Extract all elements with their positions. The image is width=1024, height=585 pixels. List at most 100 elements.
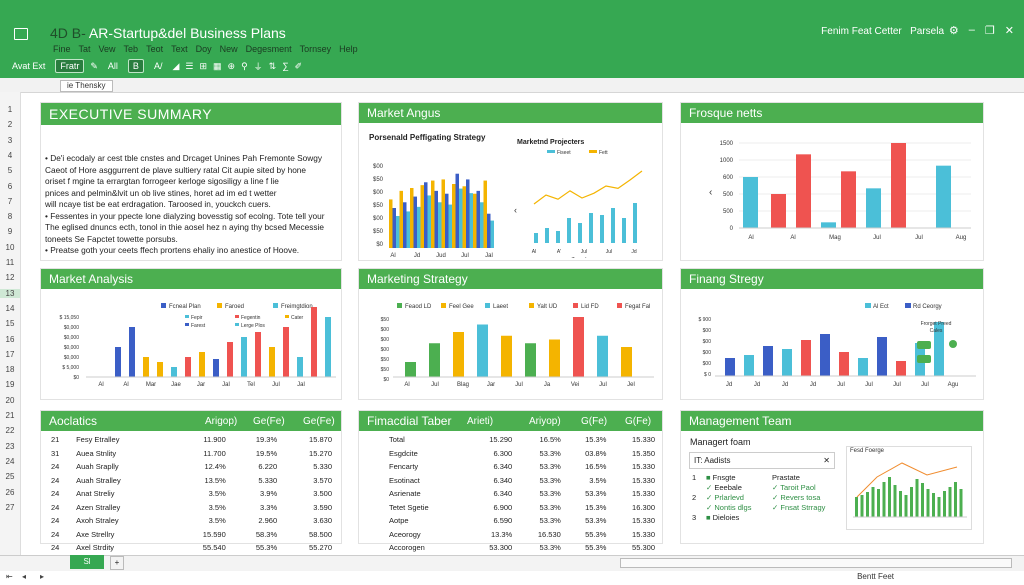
table-row[interactable]: Aotpe 6.590 53.3% 53.3% 15.330 [387,514,657,528]
row-number[interactable]: 19 [0,380,20,389]
team-items: ■ Fnsgte ✓ Eeebale ✓ Prlarlevd ✓ Nontis dlg… [706,473,751,523]
menu-item-help[interactable]: Help [339,44,358,54]
table-row[interactable]: 24 Anat Streliy 3.5% 3.9% 3.500 [49,487,334,501]
minimize-icon[interactable]: – [969,24,975,37]
table-row[interactable]: Asrienate 6.340 53.3% 53.3% 15.330 [387,487,657,501]
insert-icon[interactable]: ⊕ [228,61,236,72]
team-item[interactable]: ✓ Eeebale [706,483,751,493]
filter-icon[interactable]: ⏚ [254,60,263,73]
row-number[interactable]: 14 [0,304,20,313]
menu-item-text[interactable]: Text [171,44,188,54]
account-info[interactable]: Fenim Feat Cetter Parsela [821,26,944,37]
table-row[interactable]: 24 Auah Sraplly 12.4% 6.220 5.330 [49,460,334,474]
table-row[interactable]: Esgdcite 6.300 53.3% 03.8% 15.350 [387,447,657,461]
row-number[interactable]: 16 [0,335,20,344]
table-row[interactable]: Aceorogy 13.3% 16.530 55.3% 15.330 [387,528,657,542]
menu-item-new[interactable]: New [220,44,238,54]
horizontal-scrollbar[interactable] [620,558,1012,568]
function-icon[interactable]: ∑ [282,61,288,71]
close-icon[interactable]: ✕ [1005,24,1014,37]
font-color-button[interactable]: A/ [150,60,167,72]
financial-table-title: Fimacdial Taber [359,411,662,431]
nav-next-icon[interactable]: ▸ [40,572,44,581]
row-number[interactable]: 17 [0,350,20,359]
row-number[interactable]: 3 [0,136,20,145]
table-row[interactable]: 31 Auea Stnlity 11.700 19.5% 15.270 [49,447,334,461]
table-row[interactable]: 24 Axe Strellry 15.590 58.3% 58.500 [49,528,334,542]
row-number[interactable]: 7 [0,197,20,206]
toolbar-item-all[interactable]: All [104,60,122,72]
row-number[interactable]: 22 [0,426,20,435]
nav-prev-icon[interactable]: ◂ [22,572,26,581]
row-number[interactable]: 23 [0,442,20,451]
table-row[interactable]: Fencarty 6.340 53.3% 16.5% 15.330 [387,460,657,474]
menu-item-teb[interactable]: Teb [124,44,139,54]
team-item[interactable]: ✓ Nontis dlgs [706,503,751,513]
sort-icon[interactable]: ⇅ [269,61,277,72]
link-icon[interactable]: ⚲ [241,61,248,72]
menu-item-tat[interactable]: Tat [79,44,91,54]
row-number[interactable]: 5 [0,166,20,175]
status-text: Bentt Feet [857,572,894,581]
align-icon[interactable]: ☰ [185,61,193,72]
close-icon[interactable]: ✕ [823,453,830,468]
row-number[interactable]: 26 [0,488,20,497]
table-row[interactable]: Tetet Sgetie 6.900 53.3% 15.3% 16.300 [387,501,657,515]
x-axis-label: Texmd [572,257,587,258]
paint-icon[interactable]: ✎ [90,61,98,72]
menu-item-teot[interactable]: Teot [146,44,163,54]
table-cell: 6.300 [493,448,513,458]
row-number[interactable]: 27 [0,503,20,512]
bold-button[interactable]: B [127,59,144,73]
row-number[interactable]: 10 [0,243,20,252]
row-number[interactable]: 8 [0,212,20,221]
settings-icon[interactable]: ⚙ [949,24,959,37]
fill-icon[interactable]: ◢ [172,61,179,72]
row-number[interactable]: 18 [0,365,20,374]
team-dropdown[interactable]: IT: Aadists ✕ [689,452,835,469]
menu-item-vew[interactable]: Vew [99,44,116,54]
cell-reference-box[interactable]: ie Thensky [60,80,113,92]
table-row[interactable]: 24 Azen Stralley 3.5% 3.3% 3.590 [49,501,334,515]
row-number[interactable]: 15 [0,319,20,328]
menu-item-degesment[interactable]: Degesment [246,44,292,54]
borders-icon[interactable]: ▦ [213,61,222,72]
table-row[interactable]: Total 15.290 16.5% 15.3% 15.330 [387,433,657,447]
row-number[interactable]: 1 [0,105,20,114]
table-row[interactable]: 21 Fesy Etralley 11.900 19.3% 15.870 [49,433,334,447]
table-row[interactable]: 24 Axoh Straley 3.5% 2.960 3.630 [49,514,334,528]
row-number[interactable]: 4 [0,151,20,160]
table-row[interactable]: Esotinact 6.340 53.3% 3.5% 15.330 [387,474,657,488]
menu-item-fine[interactable]: Fine [53,44,71,54]
app-grid-icon[interactable] [14,28,28,40]
row-number[interactable]: 11 [0,258,20,267]
toolbar-item-format[interactable]: Fratr [55,59,85,73]
nav-first-icon[interactable]: ⇤ [6,572,13,581]
table-row[interactable]: 24 Axel Strdity 55.540 55.3% 55.270 [49,541,334,555]
toolbar-item-avat[interactable]: Avat Ext [8,60,49,72]
menu-item-tornsey[interactable]: Tornsey [300,44,332,54]
team-item[interactable]: ■ Dieloies [706,513,751,523]
pen-icon[interactable]: ✐ [295,61,303,72]
prastate-item[interactable]: ✓ Revers tosa [772,493,825,503]
row-number[interactable]: 20 [0,396,20,405]
row-number[interactable]: 9 [0,227,20,236]
prastate-item[interactable]: ✓ Fnsat Strragy [772,503,825,513]
row-number[interactable]: 12 [0,273,20,282]
sheet-tab-active[interactable]: Sl [70,555,104,569]
add-sheet-button[interactable]: + [110,556,124,570]
table-row[interactable]: Accorogen 53.300 53.3% 55.3% 55.300 [387,541,657,555]
prastate-item[interactable]: ✓ Taroit Paol [772,483,825,493]
row-number[interactable]: 2 [0,120,20,129]
row-number[interactable]: 6 [0,182,20,191]
row-number[interactable]: 21 [0,411,20,420]
row-number[interactable]: 24 [0,457,20,466]
row-number[interactable]: 25 [0,472,20,481]
menu-item-doy[interactable]: Doy [196,44,212,54]
merge-icon[interactable]: ⊞ [199,61,207,72]
table-row[interactable]: 24 Auah Stralley 13.5% 5.330 3.570 [49,474,334,488]
restore-icon[interactable]: ❐ [985,24,995,37]
team-item[interactable]: ■ Fnsgte [706,473,751,483]
row-number[interactable]: 13 [0,288,20,298]
team-item[interactable]: ✓ Prlarlevd [706,493,751,503]
